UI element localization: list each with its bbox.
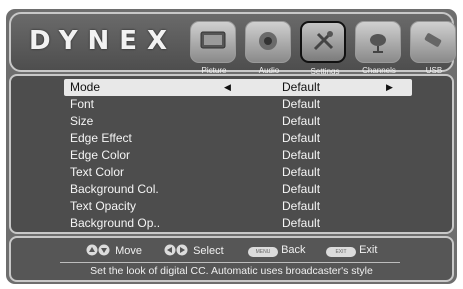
row-value: Default — [282, 182, 321, 196]
hint-back: MENU Back — [248, 244, 306, 257]
audio-icon — [259, 32, 277, 50]
move-label: Move — [115, 245, 142, 257]
row-value: Default — [282, 216, 321, 230]
updown-keys-icon — [86, 244, 110, 256]
row-value: Default — [282, 80, 321, 94]
tab-settings[interactable]: Settings — [300, 21, 346, 76]
arrow-right-icon[interactable]: ▶ — [386, 79, 393, 96]
usb-icon — [424, 33, 442, 47]
exit-key-icon: EXIT — [326, 247, 356, 257]
row-value: Default — [282, 148, 321, 162]
settings-icon — [313, 31, 334, 51]
select-label: Select — [193, 245, 224, 257]
back-label: Back — [281, 244, 306, 256]
picture-icon — [200, 31, 226, 49]
menu-row-background-color[interactable]: Background Col. Default — [64, 181, 412, 198]
row-value: Default — [282, 131, 321, 145]
menu-row-background-opacity[interactable]: Background Op.. Default — [64, 215, 412, 232]
menu-row-mode[interactable]: Mode ◀ Default ▶ — [64, 79, 412, 96]
tab-channels[interactable]: Channels — [355, 21, 401, 75]
menu-row-font[interactable]: Font Default — [64, 96, 412, 113]
menu-row-edge-color[interactable]: Edge Color Default — [64, 147, 412, 164]
menu-row-text-color[interactable]: Text Color Default — [64, 164, 412, 181]
tab-picture[interactable]: Picture — [190, 21, 236, 75]
hint-exit: EXIT Exit — [326, 244, 377, 257]
menu-row-size[interactable]: Size Default — [64, 113, 412, 130]
row-label: Background Col. — [70, 182, 159, 196]
exit-label: Exit — [359, 244, 378, 256]
row-label: Text Color — [70, 165, 125, 179]
hint-select: Select — [164, 244, 224, 257]
row-label: Font — [70, 97, 95, 111]
row-label: Edge Effect — [70, 131, 132, 145]
row-value: Default — [282, 199, 321, 213]
row-value: Default — [282, 165, 321, 179]
row-label: Size — [70, 114, 94, 128]
leftright-keys-icon — [164, 244, 188, 256]
menu-key-icon: MENU — [248, 247, 278, 257]
tab-usb[interactable]: USB — [410, 21, 456, 75]
hint-move: Move — [86, 244, 142, 257]
help-text: Set the look of digital CC. Automatic us… — [90, 265, 373, 277]
row-label: Background Op.. — [70, 216, 161, 230]
row-label: Text Opacity — [70, 199, 137, 213]
arrow-left-icon[interactable]: ◀ — [224, 79, 231, 96]
row-value: Default — [282, 114, 321, 128]
row-value: Default — [282, 97, 321, 111]
footer-divider — [60, 262, 400, 263]
row-label: Edge Color — [70, 148, 131, 162]
tab-audio[interactable]: Audio — [245, 21, 291, 75]
brand-logo: DYNEX — [29, 26, 178, 56]
menu-row-edge-effect[interactable]: Edge Effect Default — [64, 130, 412, 147]
row-label: Mode — [70, 80, 101, 94]
menu-row-text-opacity[interactable]: Text Opacity Default — [64, 198, 412, 215]
channels-icon — [370, 34, 386, 53]
menu-list: Mode ◀ Default ▶ Font Default Size Defau… — [64, 79, 412, 232]
